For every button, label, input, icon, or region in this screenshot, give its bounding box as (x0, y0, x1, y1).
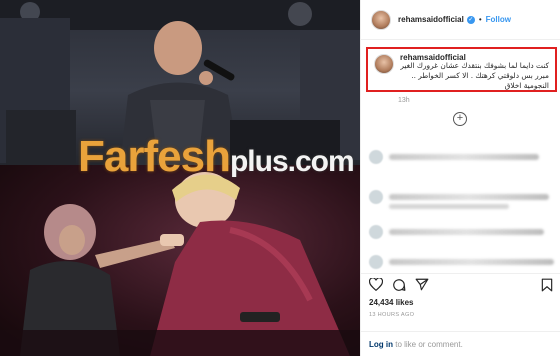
bookmark-icon[interactable] (541, 278, 553, 292)
post-timestamp[interactable]: 13 HOURS AGO (369, 312, 414, 318)
comment-bubble-icon[interactable] (392, 278, 406, 292)
post-header: rehamsaidofficial ✓ • Follow (361, 0, 560, 40)
login-link[interactable]: Log in (369, 340, 393, 349)
caption-text: كنت دايما لما بشوفك بنتقدك عشان غرورك ال… (400, 61, 549, 90)
caption-highlight-box: rehamsaidofficial كنت دايما لما بشوفك بن… (366, 47, 557, 92)
blurred-comment-text (389, 204, 509, 209)
caption-time: 13h (398, 97, 410, 104)
heart-icon[interactable] (369, 278, 383, 291)
farfesh-watermark: Farfeshplus.com (78, 132, 355, 182)
plus-circle-icon[interactable]: + (453, 112, 467, 126)
comment-avatar (369, 150, 383, 164)
comment-avatar (369, 190, 383, 204)
follow-button[interactable]: Follow (486, 15, 511, 24)
list-item (369, 190, 549, 209)
blurred-comment-text (389, 259, 554, 265)
blurred-comment-text (389, 154, 539, 160)
caption-avatar[interactable] (374, 54, 394, 74)
avatar[interactable] (371, 9, 391, 30)
comment-avatar (369, 255, 383, 269)
blurred-comment-text (389, 229, 544, 235)
watermark-main-text: Farfesh (78, 132, 231, 181)
comment-avatar (369, 225, 383, 239)
login-prompt: Log in to like or comment. (361, 331, 560, 356)
blurred-comment-text (389, 194, 549, 200)
header-username[interactable]: rehamsaidofficial (398, 15, 464, 24)
action-bar (361, 273, 560, 295)
watermark-suffix-text: plus.com (229, 145, 355, 178)
login-prompt-text: to like or comment. (393, 340, 463, 349)
list-item (369, 225, 544, 239)
instagram-post: Farfeshplus.com rehamsaidofficial ✓ • Fo… (0, 0, 560, 356)
likes-count[interactable]: 24,434 likes (369, 298, 413, 307)
post-image[interactable]: Farfeshplus.com (0, 0, 360, 356)
share-arrow-icon[interactable] (415, 278, 429, 291)
separator-dot: • (478, 15, 482, 24)
verified-badge-icon: ✓ (466, 15, 475, 24)
list-item (369, 150, 539, 164)
post-side-panel: rehamsaidofficial ✓ • Follow rehamsaidof… (360, 0, 560, 356)
list-item (369, 255, 554, 269)
